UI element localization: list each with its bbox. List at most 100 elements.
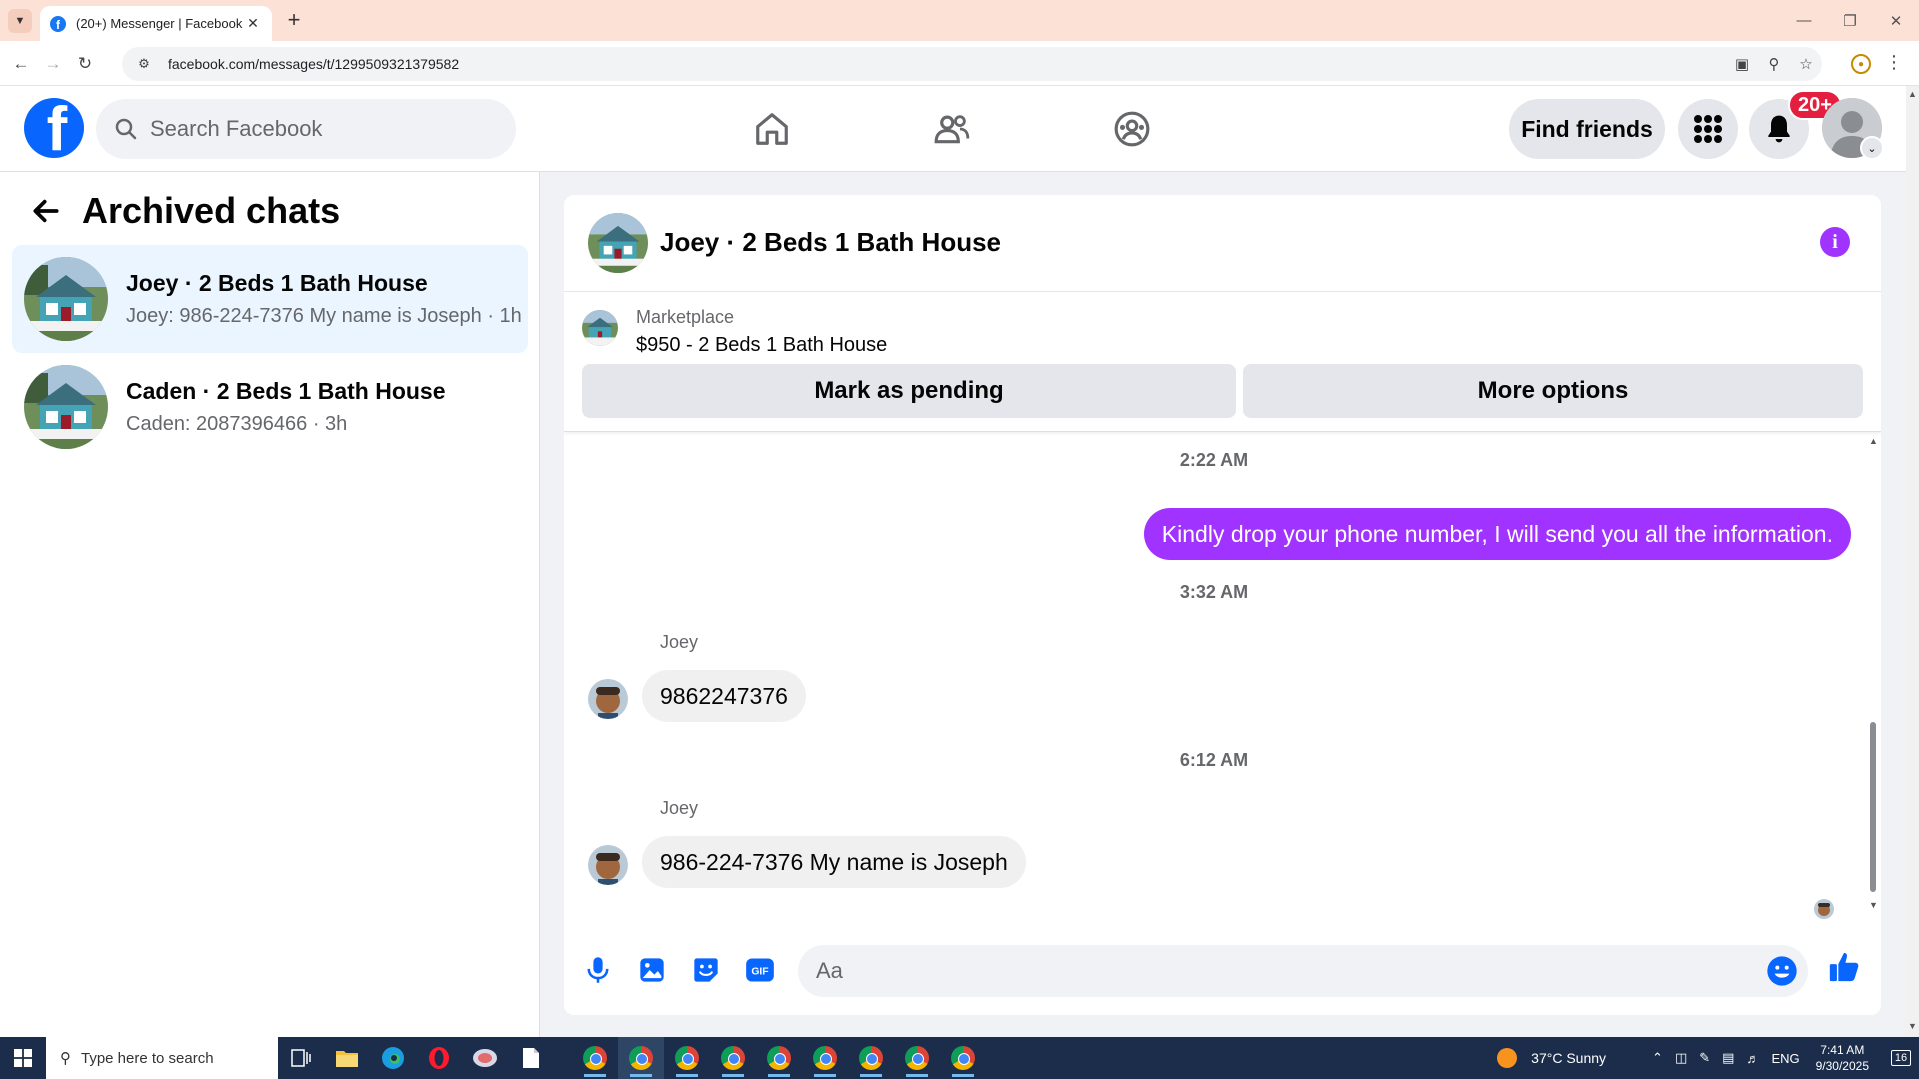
restore-button[interactable]: ❐: [1827, 0, 1873, 41]
incoming-message[interactable]: 986-224-7376 My name is Joseph: [642, 836, 1026, 888]
sidebar-header: Archived chats: [26, 190, 340, 232]
thumbs-up-icon[interactable]: [1826, 949, 1862, 985]
network-icon[interactable]: ▤: [1722, 1050, 1734, 1066]
tab-search-button[interactable]: ▼: [8, 9, 32, 33]
chrome-icon[interactable]: [802, 1037, 848, 1079]
windows-taskbar: ⚲ Type here to search 37°C Sunny ⌃ ◫ ✎ ▤…: [0, 1037, 1919, 1079]
message-input[interactable]: [816, 958, 1756, 984]
task-view-icon[interactable]: [278, 1037, 324, 1079]
gif-icon[interactable]: GIF: [742, 952, 778, 988]
zoom-icon[interactable]: ⚲: [1758, 55, 1790, 73]
outgoing-message[interactable]: Kindly drop your phone number, I will se…: [1143, 508, 1851, 560]
incoming-message[interactable]: 9862247376: [642, 670, 806, 722]
window-controls: — ❐ ✕: [1781, 0, 1919, 41]
info-icon[interactable]: i: [1820, 227, 1850, 257]
conversation-thumbnail[interactable]: [588, 213, 648, 273]
message-timestamp: 6:12 AM: [1179, 750, 1249, 770]
url-text[interactable]: facebook.com/messages/t/1299509321379582: [168, 56, 1726, 72]
site-info-icon[interactable]: ⚙: [134, 56, 154, 72]
language-indicator[interactable]: ENG: [1771, 1051, 1799, 1066]
sender-avatar[interactable]: [588, 679, 628, 719]
chevron-down-icon[interactable]: ⌄: [1860, 136, 1884, 160]
listing-title[interactable]: $950 - 2 Beds 1 Bath House: [636, 334, 887, 357]
chrome-icon[interactable]: [618, 1037, 664, 1079]
chevron-up-icon[interactable]: ⌃: [1652, 1050, 1663, 1066]
volume-icon[interactable]: ♬: [1746, 1051, 1759, 1066]
edge-browser-icon[interactable]: [370, 1037, 416, 1079]
sender-avatar[interactable]: [588, 845, 628, 885]
install-app-icon[interactable]: ▣: [1726, 55, 1758, 73]
browser-menu-icon[interactable]: ⋮: [1885, 52, 1903, 73]
forward-icon[interactable]: →: [40, 51, 66, 77]
more-options-button[interactable]: More options: [1243, 364, 1863, 418]
message-input-wrap[interactable]: [798, 945, 1808, 997]
sender-name: Joey: [660, 632, 699, 652]
chat-name: Joey · 2 Beds 1 Bath House: [126, 270, 428, 296]
svg-text:GIF: GIF: [751, 967, 768, 978]
chrome-icon[interactable]: [664, 1037, 710, 1079]
chrome-icon[interactable]: [572, 1037, 618, 1079]
message-list: 2:22 AM Kindly drop your phone number, I…: [564, 432, 1881, 932]
device-icon[interactable]: ◫: [1675, 1050, 1687, 1066]
browser-profile-icon[interactable]: ●: [1851, 54, 1871, 74]
facebook-search[interactable]: [96, 99, 516, 159]
tab-close-icon[interactable]: ✕: [244, 15, 262, 32]
file-explorer-icon[interactable]: [324, 1037, 370, 1079]
seen-by-avatar: [1814, 899, 1834, 919]
notification-count: 16: [1890, 1050, 1912, 1066]
opera-browser-icon[interactable]: [416, 1037, 462, 1079]
emoji-icon[interactable]: [1756, 945, 1808, 997]
new-tab-button[interactable]: +: [282, 8, 306, 32]
friends-icon[interactable]: [928, 105, 976, 153]
facebook-logo-icon[interactable]: f: [24, 98, 84, 158]
chrome-icon[interactable]: [710, 1037, 756, 1079]
taskbar-search[interactable]: ⚲ Type here to search: [46, 1037, 278, 1079]
chat-item-joey[interactable]: Joey · 2 Beds 1 Bath House Joey: 986-224…: [12, 245, 528, 353]
conversation-header: Joey · 2 Beds 1 Bath House i: [564, 195, 1881, 292]
sender-name: Joey: [660, 798, 699, 818]
conversation-title[interactable]: Joey · 2 Beds 1 Bath House: [660, 227, 1001, 258]
address-bar[interactable]: ⚙ facebook.com/messages/t/12995093213795…: [122, 47, 1822, 81]
chrome-icon[interactable]: [894, 1037, 940, 1079]
taskbar-clock[interactable]: 7:41 AM 9/30/2025: [1816, 1042, 1869, 1074]
weather-icon[interactable]: [1497, 1048, 1518, 1068]
groups-icon[interactable]: [1108, 105, 1156, 153]
windows-start-icon[interactable]: [0, 1037, 46, 1079]
home-icon[interactable]: [748, 105, 796, 153]
bookmark-star-icon[interactable]: ☆: [1790, 55, 1822, 73]
page-scrollbar[interactable]: ▲ ▼: [1906, 86, 1919, 1037]
chat-app-icon[interactable]: [462, 1037, 508, 1079]
pen-icon[interactable]: ✎: [1699, 1050, 1710, 1066]
browser-tab-active[interactable]: f (20+) Messenger | Facebook ✕: [40, 6, 272, 41]
close-window-button[interactable]: ✕: [1873, 0, 1919, 41]
reload-icon[interactable]: ↻: [72, 51, 98, 77]
browser-toolbar: ← → ↻ ⚙ facebook.com/messages/t/12995093…: [0, 41, 1919, 86]
find-friends-button[interactable]: Find friends: [1509, 99, 1665, 159]
photo-icon[interactable]: [634, 952, 670, 988]
mark-as-pending-button[interactable]: Mark as pending: [582, 364, 1236, 418]
facebook-favicon-icon: f: [50, 15, 66, 32]
minimize-button[interactable]: —: [1781, 0, 1827, 41]
microphone-icon[interactable]: [580, 952, 616, 988]
notification-center-icon[interactable]: 16: [1883, 1037, 1919, 1079]
grid-menu-icon: [1694, 115, 1722, 143]
chrome-icon[interactable]: [756, 1037, 802, 1079]
weather-text[interactable]: 37°C Sunny: [1531, 1050, 1606, 1066]
menu-grid-button[interactable]: [1678, 99, 1738, 159]
notepad-icon[interactable]: [508, 1037, 554, 1079]
listing-thumbnail[interactable]: [582, 310, 618, 346]
chrome-icon[interactable]: [848, 1037, 894, 1079]
clock-time: 7:41 AM: [1820, 1043, 1865, 1057]
house-thumbnail: [24, 257, 108, 341]
sticker-icon[interactable]: [688, 952, 724, 988]
chat-preview: Caden: 2087396466 · 3h: [126, 413, 348, 435]
scrollbar-thumb[interactable]: [1870, 722, 1876, 892]
message-scrollbar[interactable]: ▲ ▼: [1866, 432, 1880, 912]
chrome-icon[interactable]: [940, 1037, 986, 1079]
chat-item-caden[interactable]: Caden · 2 Beds 1 Bath House Caden: 20873…: [12, 353, 528, 461]
message-composer: GIF: [564, 932, 1881, 1015]
back-arrow-icon[interactable]: [26, 191, 66, 231]
back-icon[interactable]: ←: [8, 51, 34, 77]
search-input[interactable]: [150, 116, 516, 142]
conversation-panel: Joey · 2 Beds 1 Bath House i Marketplace…: [564, 195, 1881, 1015]
